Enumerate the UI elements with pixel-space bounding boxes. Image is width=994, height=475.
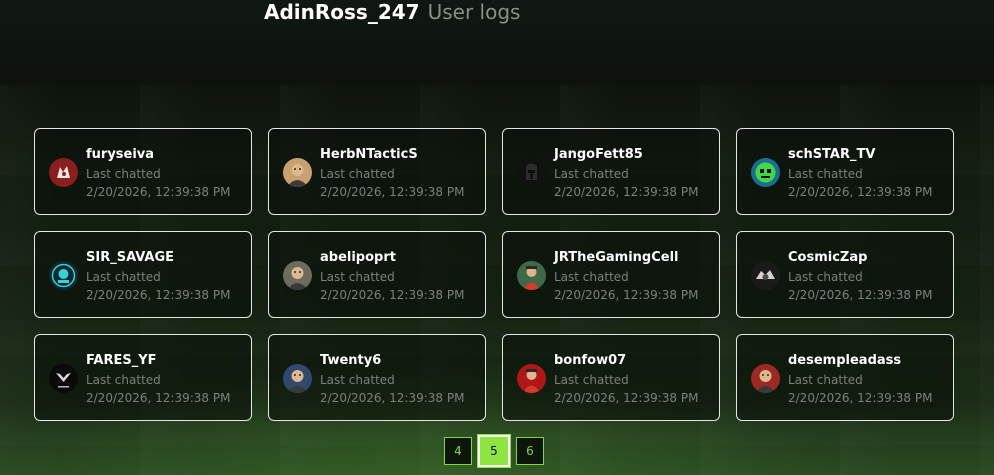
avatar xyxy=(751,364,780,393)
last-chatted-label: Last chatted xyxy=(788,270,863,284)
username: FARES_YF xyxy=(86,353,157,368)
page-button-6[interactable]: 6 xyxy=(516,437,544,465)
last-chatted-label: Last chatted xyxy=(86,373,161,387)
user-card[interactable]: JRTheGamingCell Last chatted 2/20/2026, … xyxy=(502,231,720,318)
skull-logo-icon xyxy=(49,261,78,290)
user-card[interactable]: desempleadass Last chatted 2/20/2026, 12… xyxy=(736,334,954,421)
user-card[interactable]: HerbNTacticS Last chatted 2/20/2026, 12:… xyxy=(268,128,486,215)
username: schSTAR_TV xyxy=(788,147,876,162)
last-chatted-label: Last chatted xyxy=(320,167,395,181)
username: JangoFett85 xyxy=(554,147,643,162)
last-chatted-time: 2/20/2026, 12:39:38 PM xyxy=(554,391,699,405)
last-chatted-label: Last chatted xyxy=(320,373,395,387)
username: abelipoprt xyxy=(320,250,396,265)
last-chatted-label: Last chatted xyxy=(86,167,161,181)
avatar xyxy=(283,158,312,187)
username: bonfow07 xyxy=(554,353,627,368)
user-card[interactable]: furyseiva Last chatted 2/20/2026, 12:39:… xyxy=(34,128,252,215)
character-icon xyxy=(517,261,546,290)
last-chatted-label: Last chatted xyxy=(554,270,629,284)
last-chatted-time: 2/20/2026, 12:39:38 PM xyxy=(320,185,465,199)
avatar xyxy=(283,364,312,393)
emblem-icon xyxy=(751,261,780,290)
wolf-icon xyxy=(49,158,78,187)
user-card[interactable]: abelipoprt Last chatted 2/20/2026, 12:39… xyxy=(268,231,486,318)
last-chatted-label: Last chatted xyxy=(86,270,161,284)
user-card[interactable]: FARES_YF Last chatted 2/20/2026, 12:39:3… xyxy=(34,334,252,421)
page-subtitle: User logs xyxy=(427,0,521,24)
last-chatted-label: Last chatted xyxy=(788,373,863,387)
last-chatted-time: 2/20/2026, 12:39:38 PM xyxy=(788,391,933,405)
last-chatted-time: 2/20/2026, 12:39:38 PM xyxy=(320,288,465,302)
pagination: 456 xyxy=(444,434,544,468)
user-card[interactable]: SIR_SAVAGE Last chatted 2/20/2026, 12:39… xyxy=(34,231,252,318)
user-card[interactable]: bonfow07 Last chatted 2/20/2026, 12:39:3… xyxy=(502,334,720,421)
page-header: AdinRoss_247 User logs xyxy=(264,0,520,28)
helmet-icon xyxy=(517,158,546,187)
user-card[interactable]: schSTAR_TV Last chatted 2/20/2026, 12:39… xyxy=(736,128,954,215)
robot-icon xyxy=(751,158,780,187)
avatar xyxy=(283,261,312,290)
username: HerbNTacticS xyxy=(320,147,418,162)
last-chatted-time: 2/20/2026, 12:39:38 PM xyxy=(788,288,933,302)
last-chatted-time: 2/20/2026, 12:39:38 PM xyxy=(788,185,933,199)
user-grid: furyseiva Last chatted 2/20/2026, 12:39:… xyxy=(34,128,954,421)
last-chatted-label: Last chatted xyxy=(554,373,629,387)
last-chatted-time: 2/20/2026, 12:39:38 PM xyxy=(86,185,231,199)
last-chatted-time: 2/20/2026, 12:39:38 PM xyxy=(554,288,699,302)
last-chatted-time: 2/20/2026, 12:39:38 PM xyxy=(86,391,231,405)
username: SIR_SAVAGE xyxy=(86,250,175,265)
last-chatted-time: 2/20/2026, 12:39:38 PM xyxy=(554,185,699,199)
last-chatted-label: Last chatted xyxy=(788,167,863,181)
user-card[interactable]: Twenty6 Last chatted 2/20/2026, 12:39:38… xyxy=(268,334,486,421)
username: desempleadass xyxy=(788,353,902,368)
last-chatted-time: 2/20/2026, 12:39:38 PM xyxy=(320,391,465,405)
user-card[interactable]: CosmicZap Last chatted 2/20/2026, 12:39:… xyxy=(736,231,954,318)
eagle-logo-icon xyxy=(49,364,78,393)
last-chatted-label: Last chatted xyxy=(554,167,629,181)
username: JRTheGamingCell xyxy=(554,250,679,265)
character-icon xyxy=(517,364,546,393)
last-chatted-label: Last chatted xyxy=(320,270,395,284)
channel-name: AdinRoss_247 xyxy=(264,0,420,24)
user-card[interactable]: JangoFett85 Last chatted 2/20/2026, 12:3… xyxy=(502,128,720,215)
page-button-4[interactable]: 4 xyxy=(444,437,472,465)
username: Twenty6 xyxy=(320,353,382,368)
last-chatted-time: 2/20/2026, 12:39:38 PM xyxy=(86,288,231,302)
page-button-5[interactable]: 5 xyxy=(477,434,511,468)
username: CosmicZap xyxy=(788,250,868,265)
username: furyseiva xyxy=(86,147,155,162)
